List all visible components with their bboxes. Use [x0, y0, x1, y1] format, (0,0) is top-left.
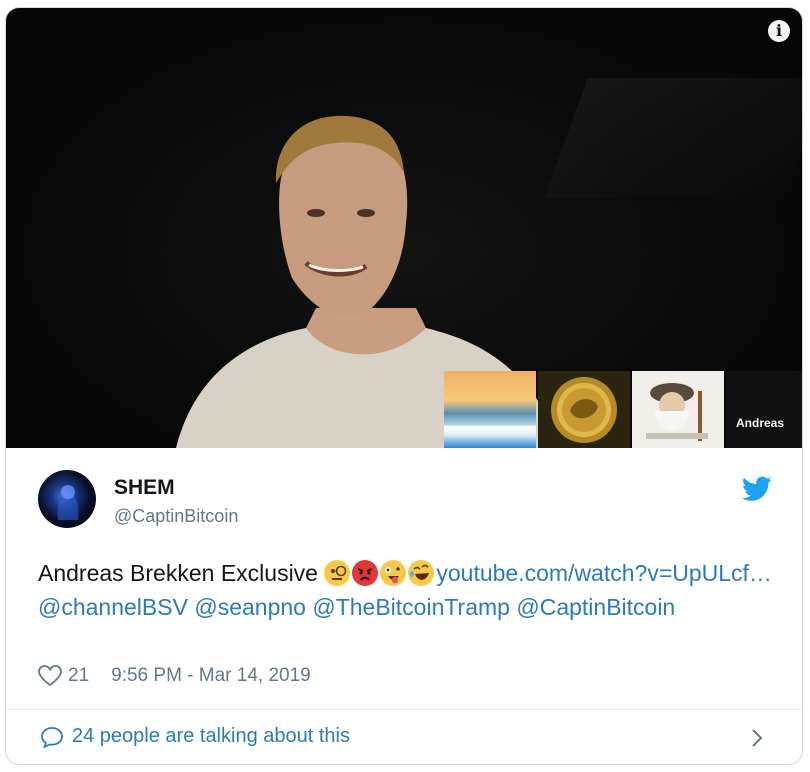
avatar[interactable] [38, 470, 96, 528]
pouting-face-icon [352, 560, 379, 586]
thumbnail-name-tile: Andreas [726, 371, 802, 448]
twitter-bird-icon[interactable] [742, 476, 772, 502]
author-display-name[interactable]: SHEM [114, 476, 175, 500]
mention-channelbsv[interactable]: @channelBSV [38, 594, 188, 620]
tweet-meta: 21 9:56 PM - Mar 14, 2019 [38, 662, 311, 690]
rolling-on-floor-laughing-icon [408, 560, 435, 586]
tweet-timestamp[interactable]: 9:56 PM - Mar 14, 2019 [111, 665, 311, 687]
thumbnail-label: Andreas [736, 416, 785, 430]
author-handle[interactable]: @CaptinBitcoin [114, 506, 238, 527]
thumbnail-coin [538, 371, 630, 448]
tweet-text-intro: Andreas Brekken Exclusive [38, 560, 325, 586]
mention-seanpno[interactable]: @seanpno [194, 594, 306, 620]
face-with-monocle-icon [324, 560, 351, 586]
thumbnail-sunset [444, 371, 536, 448]
chevron-right-icon [752, 729, 763, 747]
tweet-text: Andreas Brekken Exclusive youtube.com/wa… [38, 556, 778, 624]
tweet-media-video-frame[interactable]: Andreas i [6, 8, 802, 448]
heart-icon[interactable] [38, 665, 62, 687]
tweet-link-url[interactable]: youtube.com/watch?v=UpULcf… [436, 560, 772, 586]
mention-thebitcointramp[interactable]: @TheBitcoinTramp [312, 594, 510, 620]
thumbnail-tramp [632, 371, 724, 448]
speech-bubble-icon [41, 727, 63, 748]
info-icon[interactable]: i [768, 20, 790, 42]
talking-about-this-text: 24 people are talking about this [72, 725, 350, 747]
participant-thumbnails: Andreas [444, 371, 802, 448]
like-count[interactable]: 21 [68, 665, 89, 687]
tweet-embed-card: Andreas i SHEM @CaptinBitcoin Andreas Br… [5, 7, 803, 765]
mention-captinbitcoin[interactable]: @CaptinBitcoin [516, 594, 675, 620]
talking-about-this-link[interactable]: 24 people are talking about this [6, 710, 802, 764]
tweet-header: SHEM @CaptinBitcoin [38, 470, 778, 530]
zany-face-icon [380, 560, 407, 586]
